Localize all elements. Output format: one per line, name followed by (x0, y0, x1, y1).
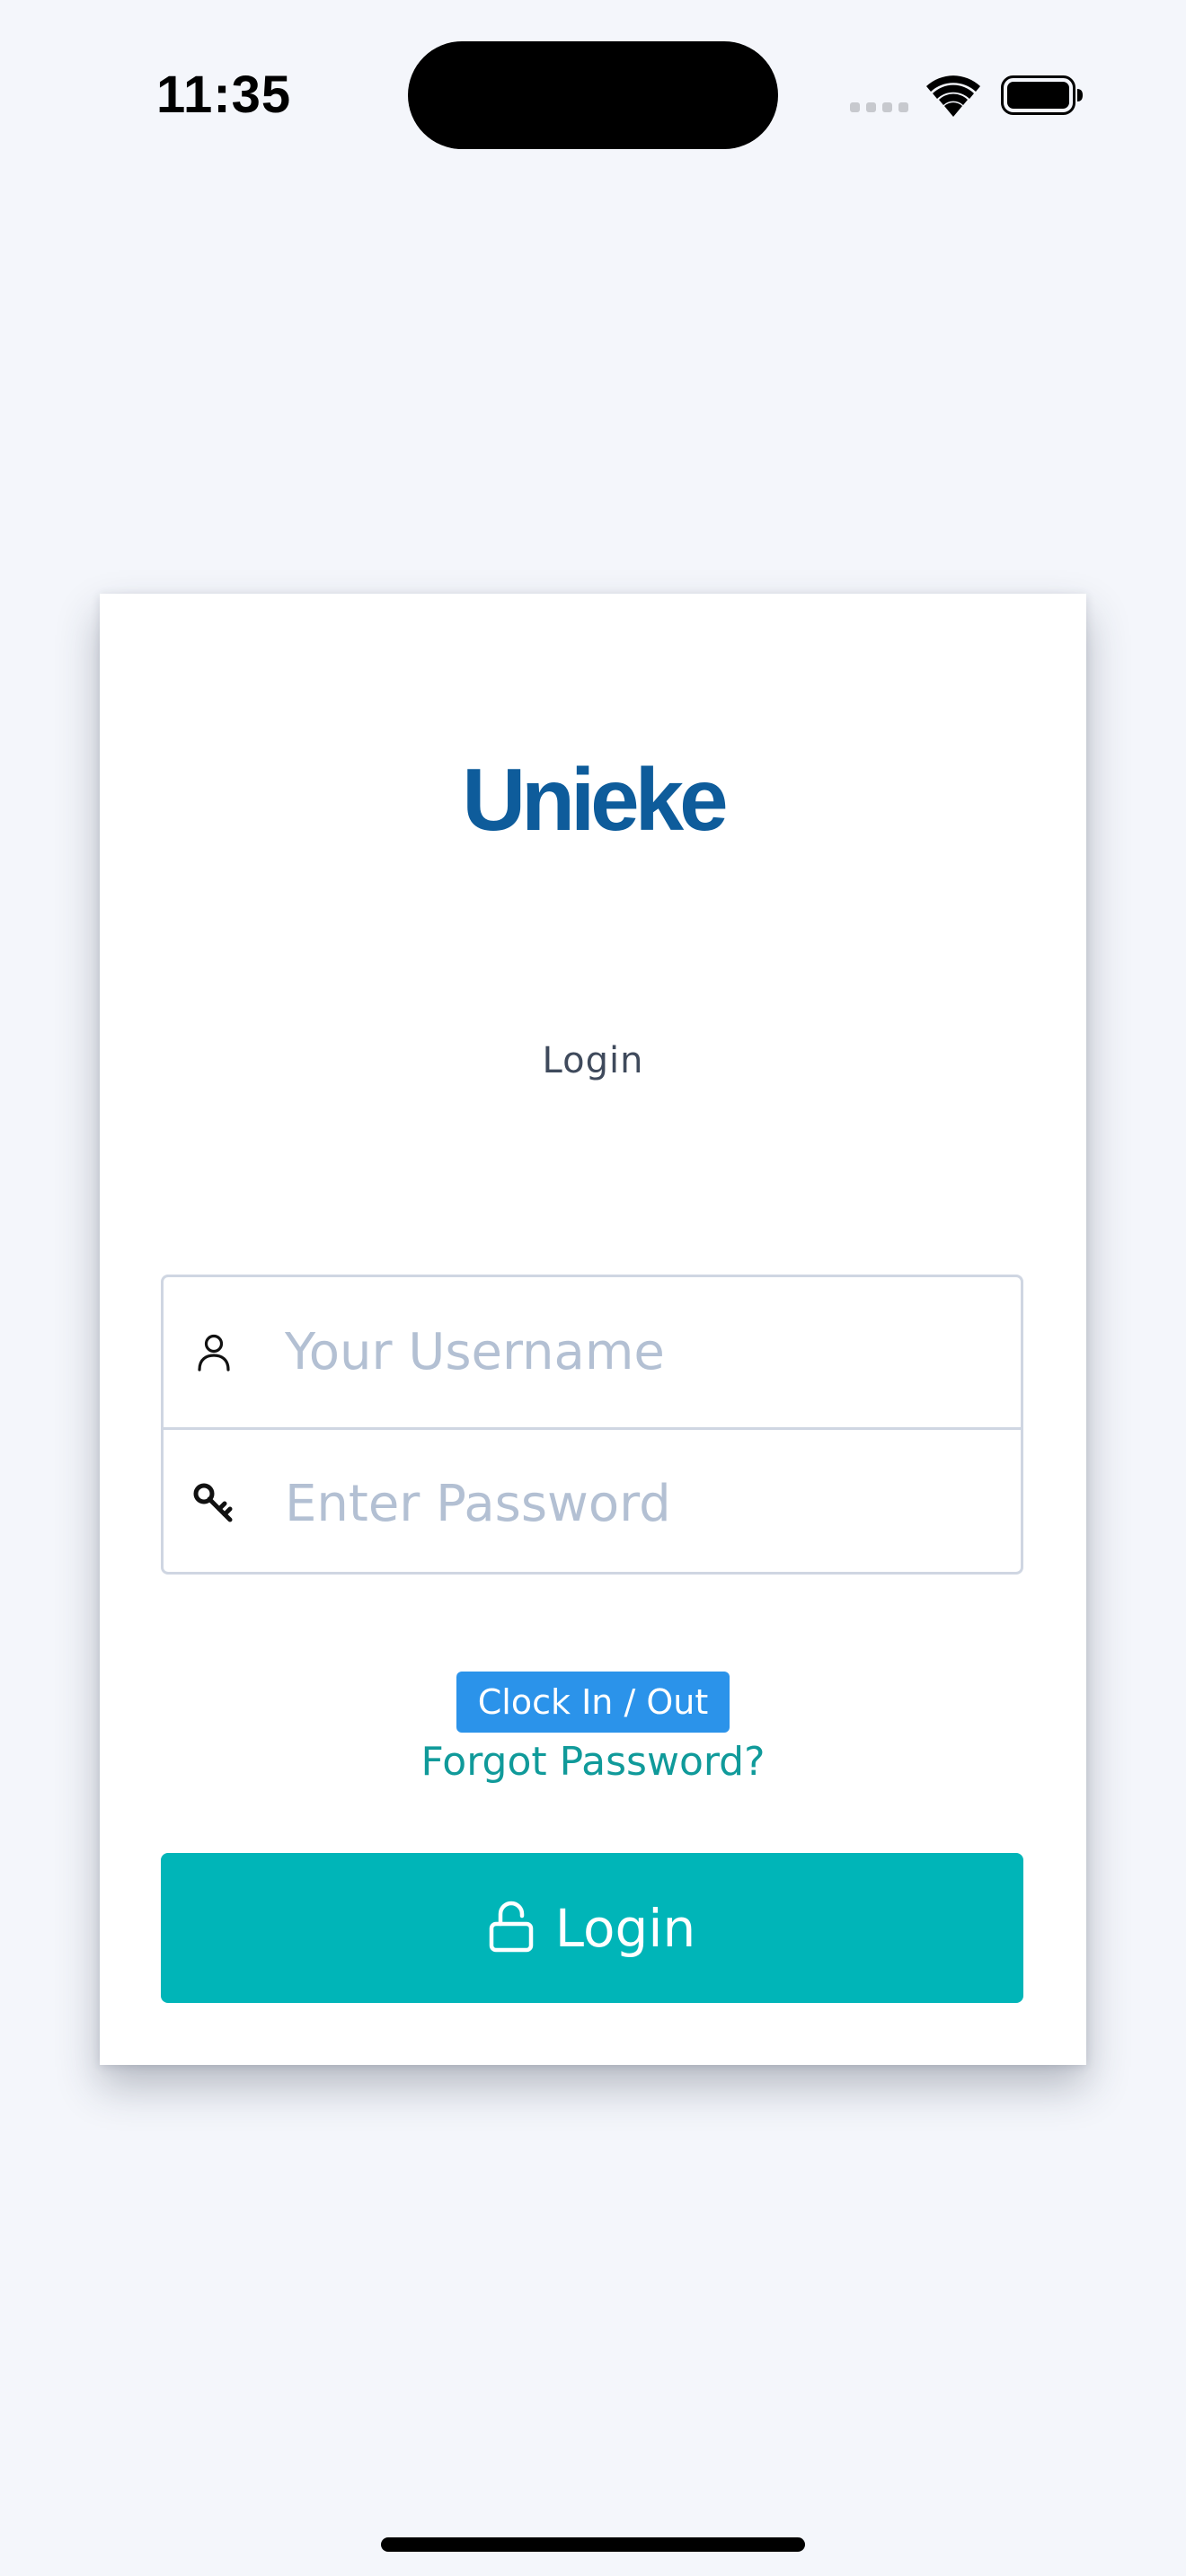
unlock-icon (489, 1901, 534, 1956)
home-indicator[interactable] (381, 2537, 805, 2552)
password-input[interactable] (285, 1430, 986, 1572)
clock-in-out-button[interactable]: Clock In / Out (456, 1672, 730, 1733)
password-field-row (164, 1427, 1021, 1572)
username-input[interactable] (285, 1277, 986, 1427)
cellular-signal-icon (850, 102, 908, 112)
battery-icon (1001, 75, 1084, 119)
login-button-label: Login (554, 1897, 696, 1959)
dynamic-island (408, 41, 778, 149)
login-card: Unieke Login Clock In / (100, 594, 1086, 2065)
username-field-row (164, 1277, 1021, 1427)
page-title: Login (542, 1040, 644, 1081)
forgot-password-link[interactable]: Forgot Password? (100, 1736, 1086, 1787)
login-button[interactable]: Login (161, 1853, 1023, 2003)
wifi-icon (925, 75, 981, 120)
user-icon (189, 1328, 239, 1378)
login-form-fields (161, 1275, 1023, 1575)
key-icon (189, 1478, 239, 1529)
brand-logo: Unieke (462, 750, 728, 849)
status-time: 11:35 (156, 66, 292, 124)
